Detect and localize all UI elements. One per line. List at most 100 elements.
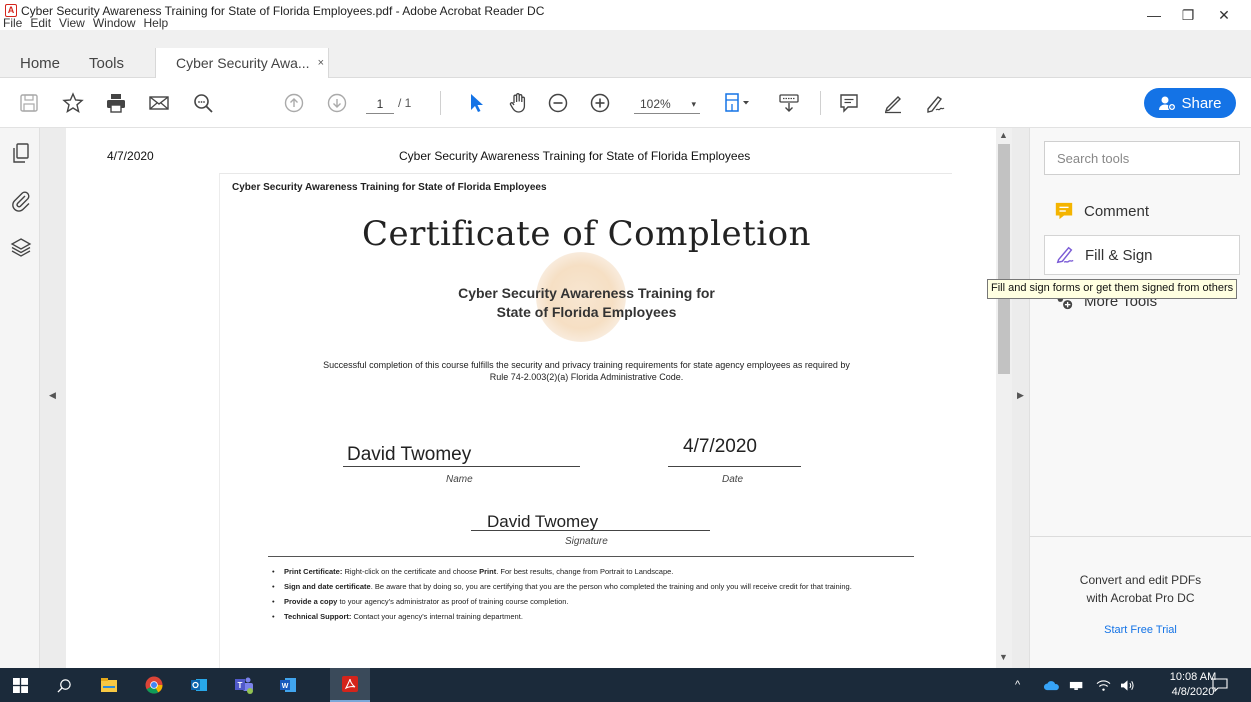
promo-line1: Convert and edit PDFs — [1079, 573, 1202, 587]
tab-document[interactable]: Cyber Security Awa... × — [155, 48, 329, 78]
wifi-icon[interactable] — [1096, 668, 1111, 702]
tab-bar: Home Tools Cyber Security Awa... × — [0, 30, 1251, 78]
date-label: Date — [722, 474, 744, 485]
arrow-down-circle-icon — [327, 93, 347, 113]
save-button[interactable] — [16, 90, 42, 116]
minimize-button[interactable]: — — [1136, 2, 1172, 28]
document-viewer[interactable]: 4/7/2020 Cyber Security Awareness Traini… — [66, 128, 996, 668]
clock-date: 4/8/2020 — [1171, 686, 1215, 698]
chrome-icon — [145, 676, 163, 694]
printer-icon — [107, 94, 125, 113]
onedrive-icon[interactable] — [1043, 668, 1060, 702]
menu-view[interactable]: View — [59, 16, 85, 30]
pages-panel-button[interactable] — [10, 142, 32, 164]
close-tab-icon[interactable]: × — [318, 57, 324, 69]
zoom-value: 102% — [640, 97, 671, 111]
name-field[interactable]: David Twomey — [347, 444, 471, 466]
page-display-button[interactable] — [718, 90, 756, 116]
notifications-button[interactable] — [1212, 668, 1228, 702]
file-explorer-button[interactable] — [89, 668, 129, 702]
svg-text:W: W — [282, 683, 289, 690]
zoom-out-button[interactable] — [545, 90, 571, 116]
page-number-input[interactable]: 1 — [366, 94, 394, 114]
scrollbar-thumb[interactable] — [998, 144, 1010, 374]
menu-help[interactable]: Help — [144, 16, 169, 30]
acrobat-icon — [342, 676, 358, 692]
right-panel-toggle[interactable]: ▶ — [1012, 128, 1030, 668]
left-panel-toggle[interactable]: ◀ — [40, 128, 66, 668]
certificate-title: Certificate of Completion — [361, 214, 812, 254]
title-bar: A Cyber Security Awareness Training for … — [0, 0, 1251, 30]
vertical-scrollbar[interactable]: ▲ ▼ — [996, 128, 1012, 668]
promo-divider — [1030, 536, 1251, 537]
hand-tool-button[interactable] — [505, 90, 531, 116]
highlight-tool-button[interactable] — [880, 90, 906, 116]
date-field[interactable]: 4/7/2020 — [683, 436, 757, 458]
fill-sign-tool[interactable]: Fill & Sign — [1044, 235, 1240, 275]
promo-text: Convert and edit PDFs with Acrobat Pro D… — [1030, 571, 1251, 607]
search-tools-input[interactable]: Search tools — [1044, 141, 1240, 175]
certificate-description: Successful completion of this course ful… — [323, 360, 850, 382]
find-button[interactable] — [190, 90, 216, 116]
email-button[interactable] — [146, 90, 172, 116]
tab-home[interactable]: Home — [20, 48, 60, 78]
share-button[interactable]: Share — [1144, 88, 1236, 118]
arrow-up-circle-icon — [284, 93, 304, 113]
comment-tool[interactable]: Comment — [1044, 191, 1240, 231]
menu-window[interactable]: Window — [93, 16, 136, 30]
close-window-button[interactable]: ✕ — [1206, 2, 1242, 28]
cursor-arrow-icon — [471, 94, 483, 112]
chrome-button[interactable] — [134, 668, 174, 702]
next-page-button[interactable] — [324, 90, 350, 116]
windows-logo-icon — [12, 677, 28, 693]
zoom-select[interactable]: 102% ▾ — [634, 94, 700, 114]
outlook-button[interactable] — [179, 668, 219, 702]
teams-button[interactable]: T — [224, 668, 264, 702]
fill-sign-icon — [1056, 246, 1074, 264]
paperclip-icon — [12, 191, 30, 212]
save-icon — [20, 94, 38, 112]
outlook-icon — [191, 679, 207, 691]
pages-icon — [13, 143, 29, 163]
previous-page-button[interactable] — [281, 90, 307, 116]
svg-text:T: T — [238, 681, 243, 690]
list-item: Print Certificate: Right-click on the ce… — [268, 566, 928, 577]
taskbar-clock[interactable]: 10:08 AM 4/8/2020 — [1168, 670, 1218, 700]
start-free-trial-link[interactable]: Start Free Trial — [1030, 624, 1251, 636]
signature-underline — [471, 530, 710, 531]
sign-tool-button[interactable] — [922, 90, 948, 116]
print-button[interactable] — [103, 90, 129, 116]
scroll-down-icon[interactable]: ▼ — [999, 652, 1008, 662]
page-total: / 1 — [398, 96, 412, 110]
print-header-title: Cyber Security Awareness Training for St… — [399, 149, 751, 163]
tray-overflow-button[interactable]: ^ — [1015, 668, 1020, 702]
triangle-left-icon: ◀ — [49, 390, 56, 400]
windows-taskbar: T W ^ 10:08 AM 4/8/2020 — [0, 668, 1251, 702]
network-icon[interactable] — [1069, 668, 1085, 702]
volume-icon[interactable] — [1120, 668, 1135, 702]
acrobat-taskbar-button[interactable] — [330, 668, 370, 702]
name-label: Name — [446, 474, 473, 485]
layers-panel-button[interactable] — [10, 236, 32, 258]
tab-tools[interactable]: Tools — [89, 48, 124, 78]
bookmark-button[interactable] — [60, 90, 86, 116]
plus-circle-icon — [590, 93, 610, 113]
select-tool-button[interactable] — [463, 90, 489, 116]
signature-field[interactable]: David Twomey — [487, 512, 598, 532]
list-item: Technical Support: Contact your agency's… — [268, 611, 928, 622]
word-button[interactable]: W — [268, 668, 308, 702]
menu-edit[interactable]: Edit — [30, 16, 51, 30]
zoom-in-button[interactable] — [587, 90, 613, 116]
keyboard-scroll-icon — [779, 94, 799, 112]
star-icon — [62, 92, 84, 113]
attachments-panel-button[interactable] — [10, 190, 32, 212]
tab-document-label: Cyber Security Awa... — [176, 55, 310, 71]
scroll-mode-button[interactable] — [776, 90, 802, 116]
restore-button[interactable]: ❐ — [1170, 2, 1206, 28]
scroll-up-icon[interactable]: ▲ — [999, 130, 1008, 140]
menu-file[interactable]: File — [3, 16, 22, 30]
comment-tool-button[interactable] — [836, 90, 862, 116]
teams-icon: T — [235, 677, 253, 694]
start-button[interactable] — [0, 668, 40, 702]
taskbar-search-button[interactable] — [44, 668, 84, 702]
